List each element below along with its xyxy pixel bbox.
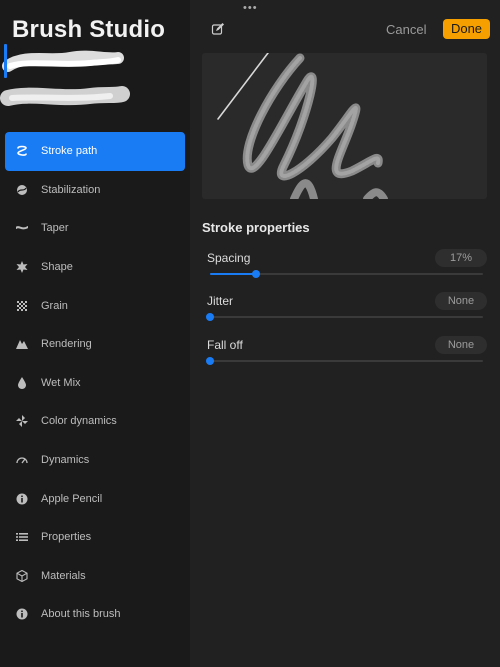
stabilization-icon — [15, 183, 29, 197]
thumbnail-selection-indicator — [4, 44, 7, 78]
jitter-slider-knob[interactable] — [206, 313, 214, 321]
sidebar-item-stabilization[interactable]: Stabilization — [5, 171, 185, 210]
spacing-slider-fill — [210, 273, 257, 275]
stroke-path-icon — [15, 144, 29, 158]
sidebar-item-label: Properties — [41, 531, 92, 544]
about-icon — [15, 607, 29, 621]
stroke-preview-drawing — [217, 53, 388, 199]
materials-icon — [15, 569, 29, 583]
sidebar-item-shape[interactable]: Shape — [5, 248, 185, 287]
rendering-icon — [15, 337, 29, 351]
sidebar-item-label: Grain — [41, 299, 68, 312]
sidebar-item-label: Apple Pencil — [41, 492, 103, 505]
jitter-label: Jitter — [207, 294, 234, 308]
sidebar-item-wet-mix[interactable]: Wet Mix — [5, 364, 185, 403]
sidebar-item-properties[interactable]: Properties — [5, 518, 185, 557]
wet-mix-icon — [15, 376, 29, 390]
sidebar: Brush Studio Stroke path Stabilization T… — [0, 0, 190, 667]
jitter-slider[interactable] — [206, 313, 483, 321]
fall-off-label: Fall off — [207, 338, 243, 352]
sidebar-item-label: Color dynamics — [41, 415, 117, 428]
grain-icon — [15, 299, 29, 313]
taper-icon — [15, 221, 29, 235]
sidebar-item-label: Materials — [41, 569, 86, 582]
done-button[interactable]: Done — [443, 19, 490, 39]
fall-off-slider[interactable] — [206, 357, 483, 365]
sidebar-item-about[interactable]: About this brush — [5, 595, 185, 634]
sidebar-item-label: Rendering — [41, 338, 92, 351]
sidebar-item-grain[interactable]: Grain — [5, 286, 185, 325]
jitter-setting: Jitter None — [202, 292, 487, 334]
sidebar-item-taper[interactable]: Taper — [5, 209, 185, 248]
spacing-slider[interactable] — [210, 270, 483, 278]
sidebar-item-label: Taper — [41, 222, 69, 235]
fall-off-setting: Fall off None — [202, 336, 487, 378]
section-title: Stroke properties — [202, 220, 310, 235]
properties-icon — [15, 530, 29, 544]
color-dynamics-icon — [15, 414, 29, 428]
shape-icon — [15, 260, 29, 274]
sidebar-item-apple-pencil[interactable]: Apple Pencil — [5, 479, 185, 518]
sidebar-item-rendering[interactable]: Rendering — [5, 325, 185, 364]
dynamics-icon — [15, 453, 29, 467]
spacing-setting: Spacing 17% — [202, 249, 487, 291]
fall-off-slider-knob[interactable] — [206, 357, 214, 365]
apple-pencil-icon — [15, 492, 29, 506]
spacing-value[interactable]: 17% — [435, 249, 487, 267]
sidebar-item-materials[interactable]: Materials — [5, 557, 185, 596]
fall-off-value[interactable]: None — [435, 336, 487, 354]
sidebar-item-color-dynamics[interactable]: Color dynamics — [5, 402, 185, 441]
sidebar-item-stroke-path[interactable]: Stroke path — [5, 132, 185, 171]
sidebar-item-label: Shape — [41, 261, 73, 274]
sidebar-item-label: About this brush — [41, 608, 121, 621]
spacing-slider-knob[interactable] — [252, 270, 261, 278]
stroke-preview-canvas[interactable] — [202, 53, 487, 199]
brush-preview-thumbnail[interactable] — [0, 36, 190, 116]
sidebar-item-label: Dynamics — [41, 454, 90, 467]
sidebar-item-label: Stroke path — [41, 145, 98, 158]
spacing-label: Spacing — [207, 251, 251, 265]
edit-icon[interactable] — [211, 22, 225, 36]
more-options-handle[interactable]: ••• — [243, 2, 258, 14]
jitter-value[interactable]: None — [435, 292, 487, 310]
sidebar-item-label: Stabilization — [41, 183, 101, 196]
sidebar-item-dynamics[interactable]: Dynamics — [5, 441, 185, 480]
sidebar-item-label: Wet Mix — [41, 376, 81, 389]
cancel-button[interactable]: Cancel — [386, 22, 426, 37]
sidebar-nav: Stroke path Stabilization Taper Shape Gr… — [5, 132, 185, 634]
